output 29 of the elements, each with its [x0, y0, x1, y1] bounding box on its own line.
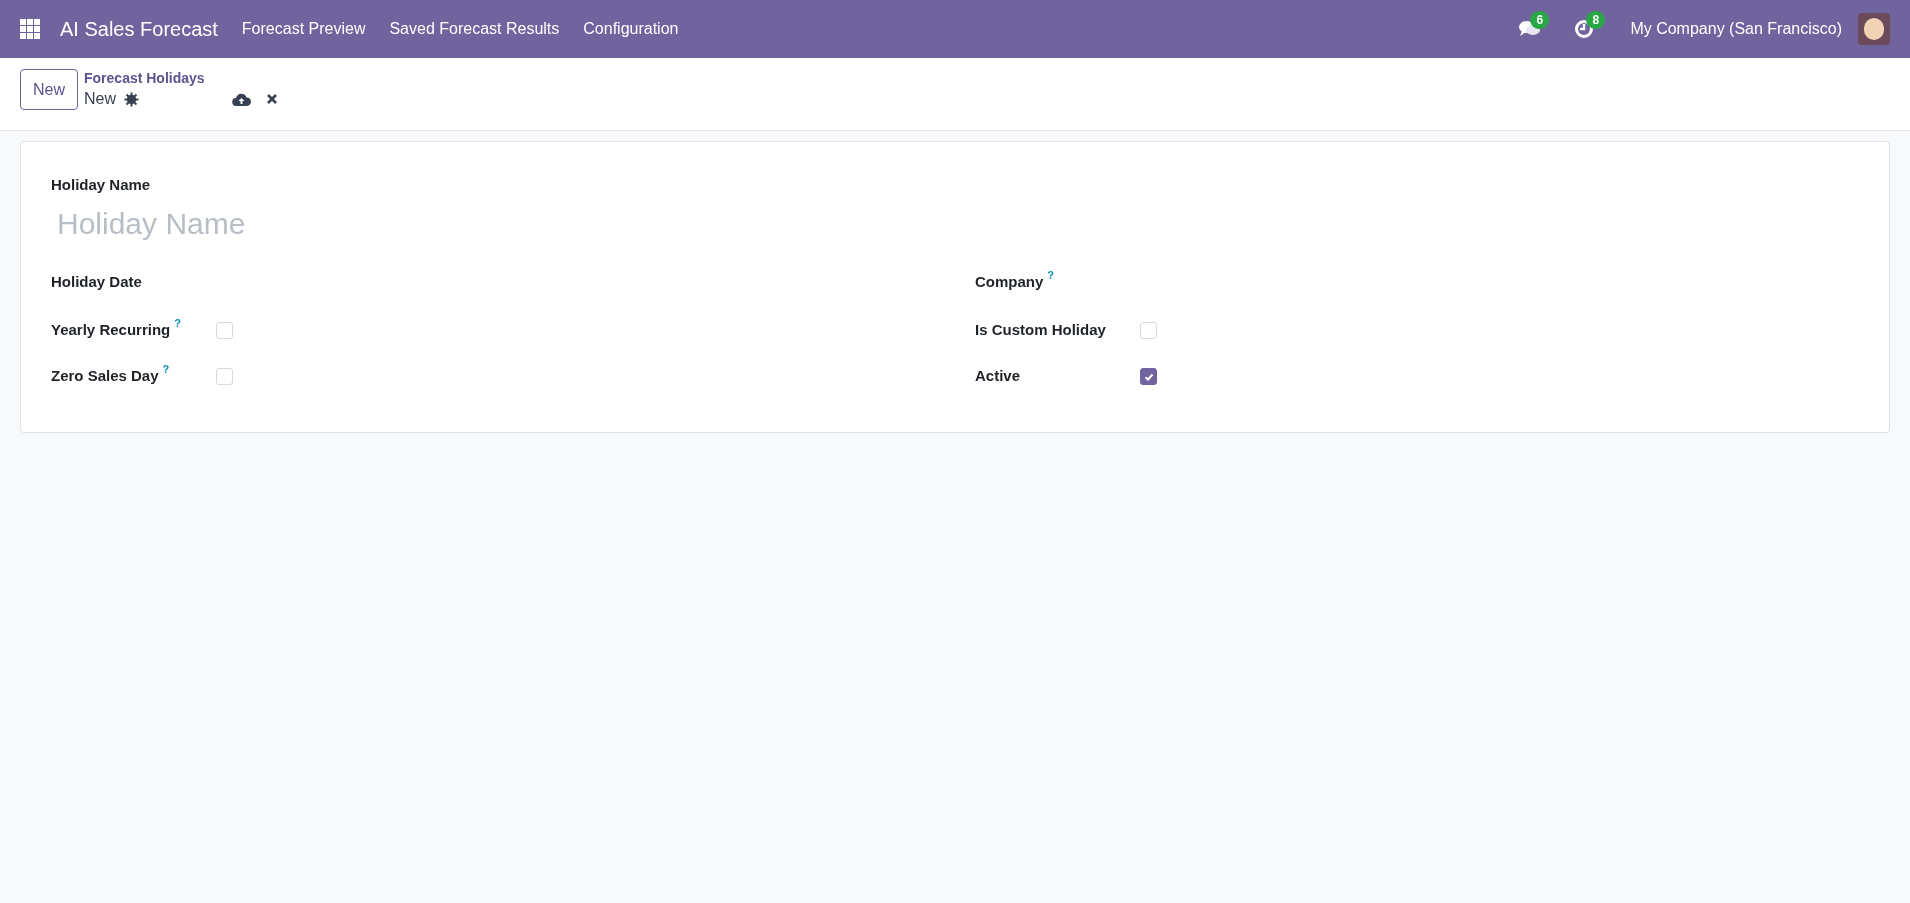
apps-grid-icon[interactable]	[20, 19, 40, 39]
menu-item[interactable]: Configuration	[583, 17, 679, 41]
menu-item[interactable]: Forecast Preview	[241, 17, 366, 41]
user-avatar[interactable]	[1858, 13, 1890, 45]
field-label: Zero Sales Day	[51, 366, 159, 387]
help-tooltip[interactable]: ?	[174, 317, 181, 330]
field-label: Holiday Date	[51, 272, 142, 293]
menu-item[interactable]: Saved Forecast Results	[389, 17, 560, 41]
field-label: Holiday Name	[51, 175, 152, 195]
help-tooltip[interactable]: ?	[1047, 269, 1055, 282]
activity-count-badge: 8	[1586, 11, 1606, 29]
field-label: Company	[975, 272, 1044, 293]
holiday-name-input[interactable]: Holiday Name	[51, 200, 951, 246]
message-count-badge: 6	[1530, 11, 1550, 29]
field-label: Active	[975, 366, 1021, 387]
field-label: Is Custom Holiday	[975, 320, 1106, 341]
field-label: Yearly Recurring	[51, 320, 171, 341]
record-title: New	[84, 89, 117, 109]
cloud-upload-icon[interactable]	[232, 91, 252, 107]
app-title[interactable]: AI Sales Forecast	[60, 14, 218, 44]
close-icon[interactable]	[266, 93, 279, 105]
clock-icon[interactable]	[1574, 19, 1595, 39]
help-tooltip[interactable]: ?	[162, 363, 170, 376]
settings-icon[interactable]	[124, 91, 140, 107]
checkbox[interactable]	[1140, 368, 1157, 385]
check-icon	[1143, 371, 1154, 382]
new-button[interactable]: New	[20, 69, 78, 110]
company-switcher[interactable]: My Company (San Francisco)	[1630, 17, 1842, 41]
breadcrumb-link[interactable]: Forecast Holidays	[84, 69, 279, 87]
